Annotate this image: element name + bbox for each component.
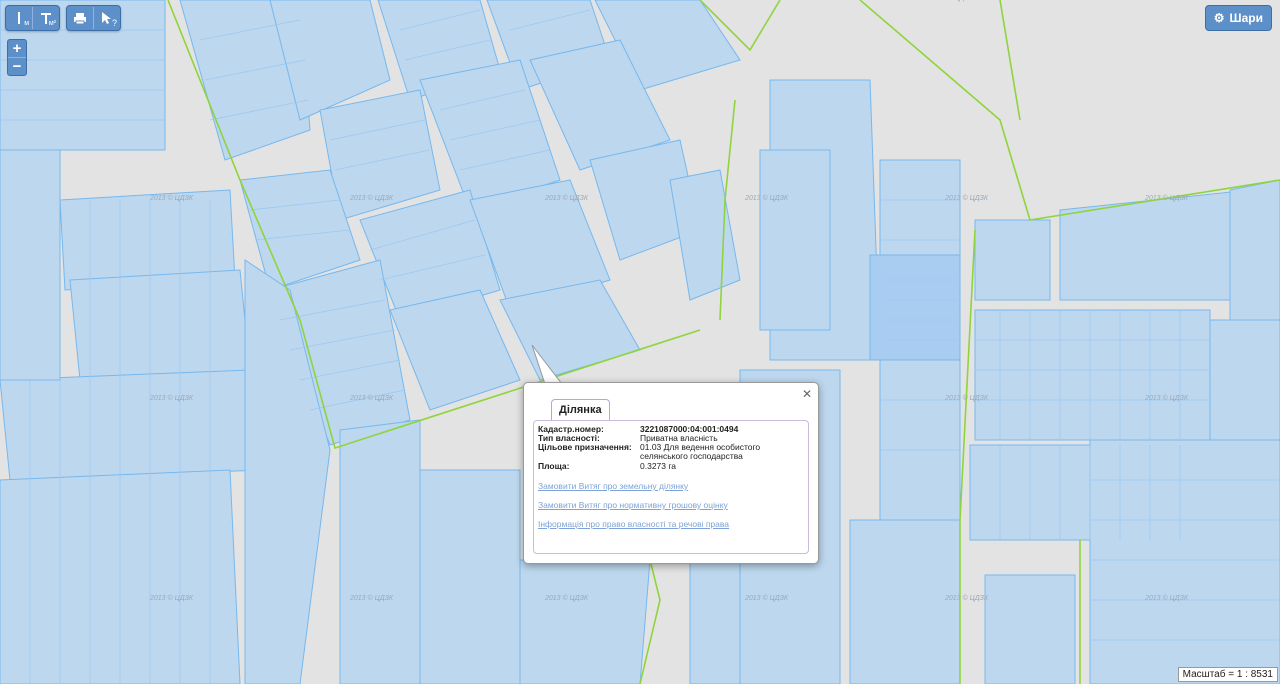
- tools-toolbar: ?: [66, 5, 121, 31]
- watermark-text: 2013 © ЦДЗК: [349, 394, 394, 402]
- area-unit-label: м²: [48, 20, 56, 27]
- watermark-text: 2013 © ЦДЗК: [544, 594, 589, 602]
- ruler-icon: [18, 12, 20, 24]
- close-icon[interactable]: ✕: [802, 387, 812, 401]
- order-valuation-extract-link[interactable]: Замовити Витяг про нормативну грошову оц…: [538, 500, 728, 510]
- parcel-info-panel: Кадастр.номер: 3221087000:04:001:0494 Тип…: [533, 420, 809, 554]
- watermark-text: 2013 © ЦДЗК: [149, 594, 194, 602]
- layers-button[interactable]: ⚙ Шари: [1204, 5, 1272, 31]
- purpose-value: 01.03 Для ведення особистого селянського…: [640, 442, 761, 461]
- layers-button-label: Шари: [1229, 11, 1263, 25]
- print-button[interactable]: [67, 7, 93, 29]
- watermark-text: 2013 © ЦДЗК: [544, 194, 589, 202]
- identify-button[interactable]: ?: [93, 7, 120, 29]
- watermark-text: 2013 © ЦДЗК: [149, 194, 194, 202]
- measure-distance-button[interactable]: м: [6, 7, 32, 29]
- watermark-text: 2013 © ЦДЗК: [349, 194, 394, 202]
- gear-icon: ⚙: [1213, 11, 1225, 25]
- measure-area-button[interactable]: м²: [32, 7, 59, 29]
- zoom-in-button[interactable]: +: [8, 40, 26, 57]
- tab-parcel[interactable]: Ділянка: [551, 399, 610, 420]
- watermark-text: 2013 © ЦДЗК: [349, 594, 394, 602]
- watermark-text: 2013 © ЦДЗК: [1144, 394, 1189, 402]
- scale-indicator: Масштаб = 1 : 8531: [1177, 667, 1278, 682]
- field-label: Цільове призначення:: [538, 442, 632, 452]
- watermark-text: 2013 © ЦДЗК: [744, 194, 789, 202]
- watermark-text: 2013 © ЦДЗК: [1144, 594, 1189, 602]
- watermark-text: 2013 © ЦДЗК: [1144, 194, 1189, 202]
- parcel-info-popup: ✕ Ділянка Кадастр.номер: 3221087000:04:00…: [523, 382, 819, 564]
- measure-toolbar: м м²: [5, 5, 60, 31]
- zoom-out-button[interactable]: −: [8, 57, 26, 75]
- watermark-text: 2013 © ЦДЗК: [944, 594, 989, 602]
- watermark-text: 2013 © ЦДЗК: [929, 0, 974, 2]
- purpose-row: Цільове призначення: 01.03 Для ведення ос…: [538, 443, 800, 461]
- area-row: Площа: 0.3273 га: [538, 462, 800, 471]
- order-parcel-extract-link[interactable]: Замовити Витяг про земельну ділянку: [538, 481, 688, 491]
- watermark-text: 2013 © ЦДЗК: [944, 194, 989, 202]
- help-mark: ?: [111, 18, 117, 28]
- printer-icon: [74, 12, 86, 24]
- watermark-text: 2013 © ЦДЗК: [944, 394, 989, 402]
- cadastral-map[interactable]: 2013 © ЦДЗК 2013 © ЦДЗК 2013 © ЦДЗК 2013 © …: [0, 0, 1280, 684]
- zoom-control: + −: [7, 39, 27, 76]
- ownership-rights-info-link[interactable]: Інформація про право власності та речові…: [538, 519, 729, 529]
- watermark-text: 2013 © ЦДЗК: [149, 394, 194, 402]
- distance-unit-label: м: [24, 20, 29, 27]
- watermark-text: 2013 © ЦДЗК: [744, 594, 789, 602]
- field-label: Площа:: [538, 461, 570, 471]
- area-value: 0.3273 га: [640, 461, 677, 471]
